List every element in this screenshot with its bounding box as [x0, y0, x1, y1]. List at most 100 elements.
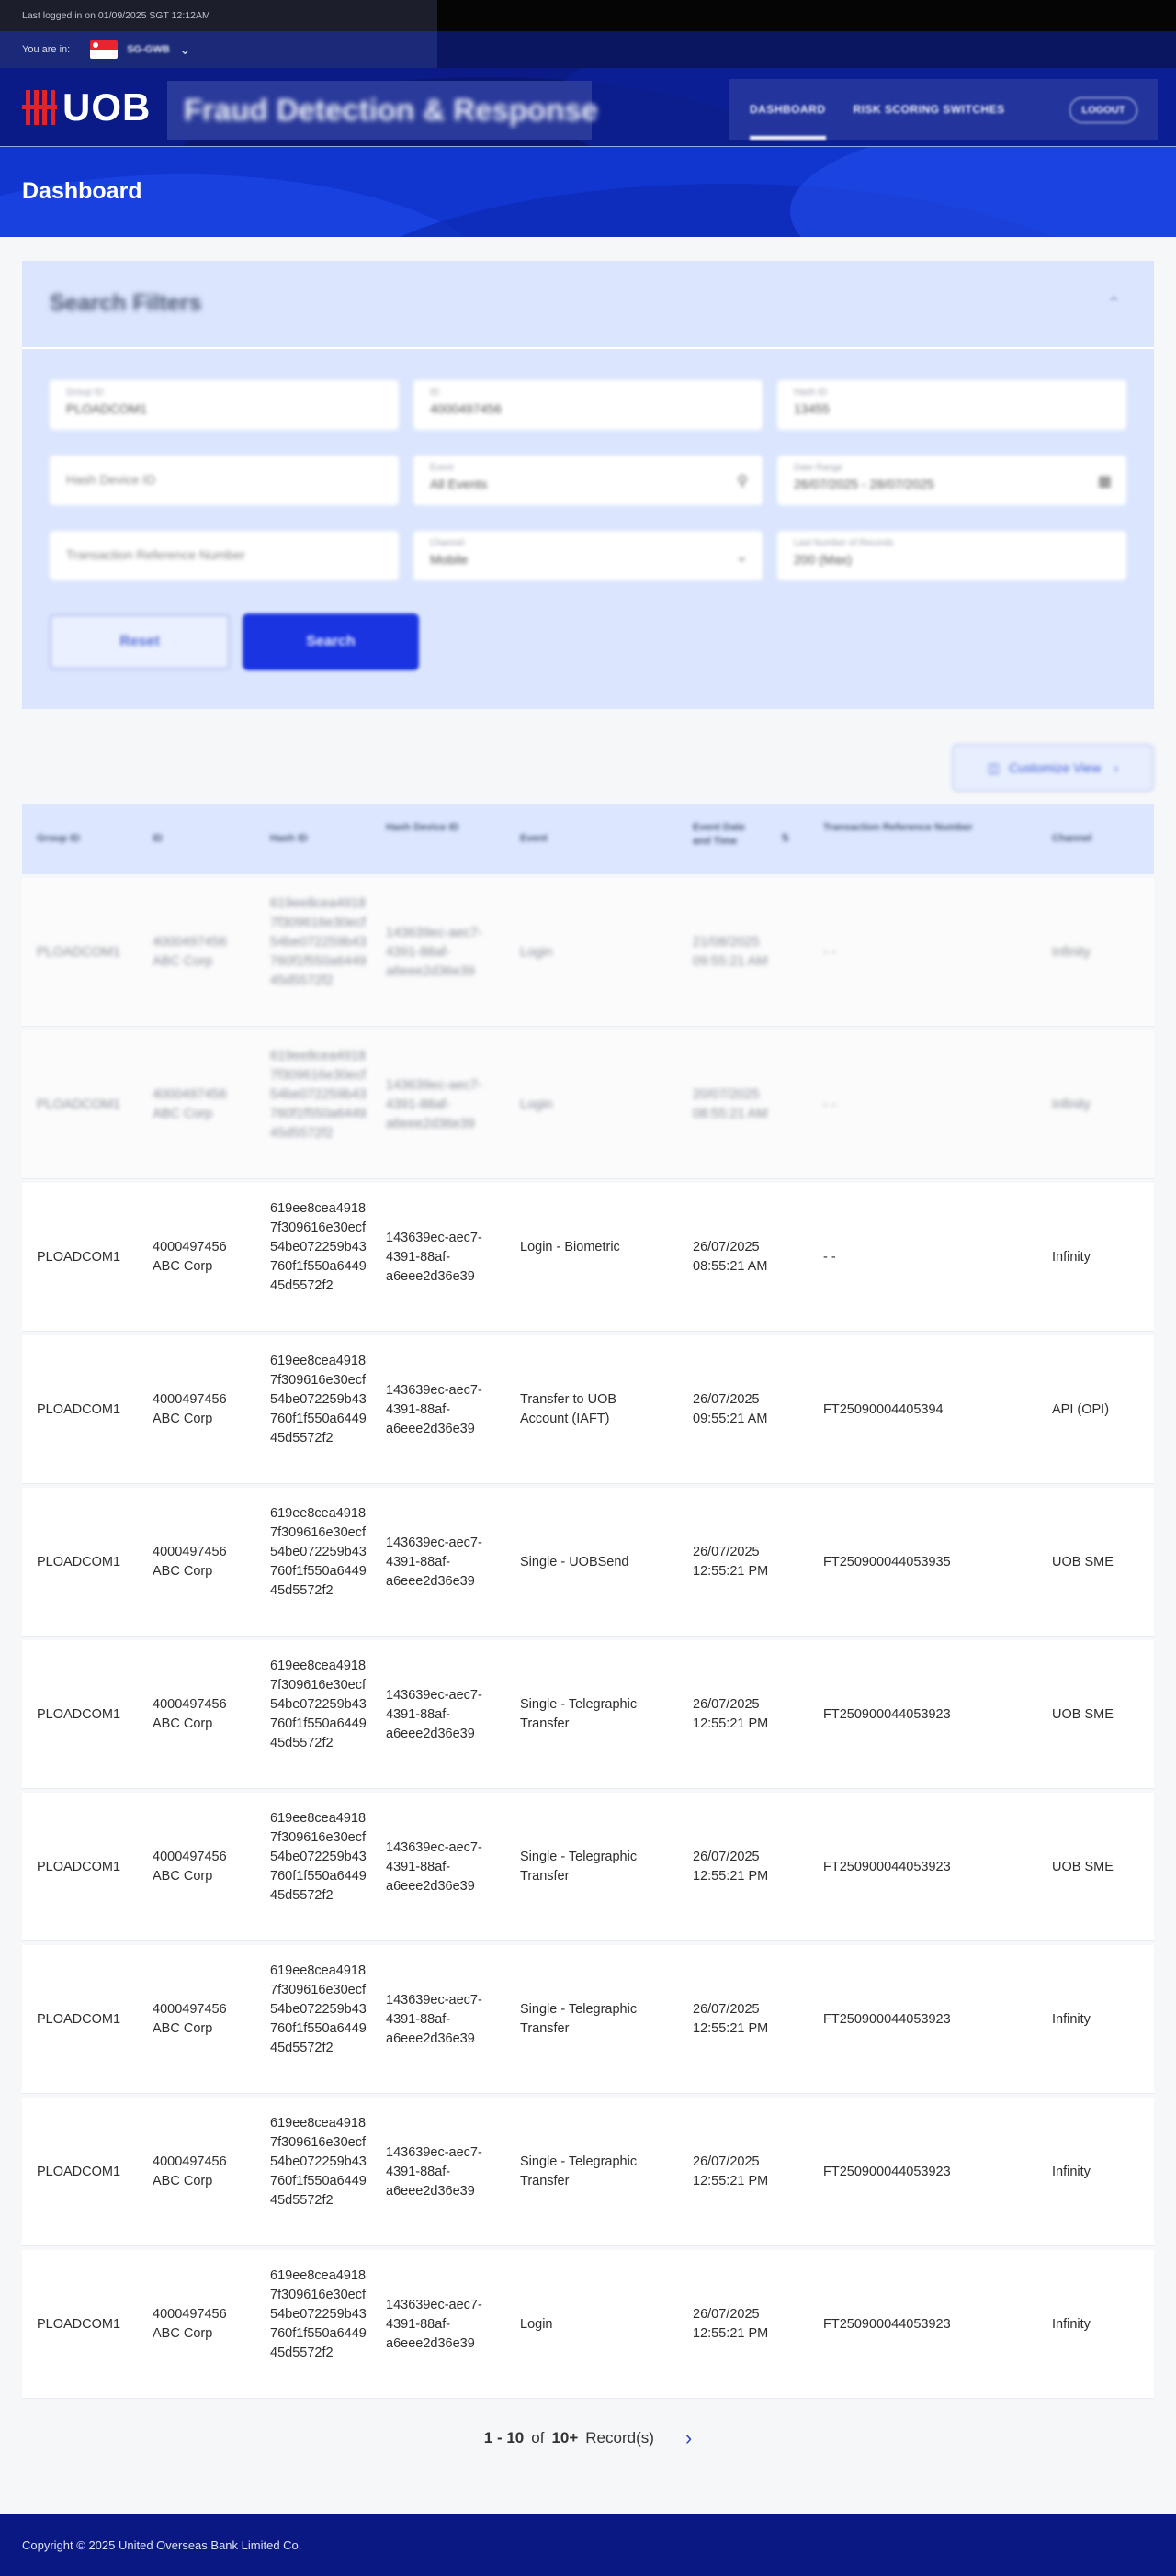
table-row[interactable]: PLOADCOM1 4000497456 ABC Corp 619ee8cea491…	[22, 1335, 1154, 1484]
cell-event: Transfer to UOB Account (IAFT)	[520, 1392, 617, 1426]
cell-hash-id: 619ee8cea49187f309616e30ecf54be072259b43…	[270, 2268, 367, 2360]
cell-hash-device-id: 143639ec-aec7-4391-88af-a6eee2d36e39	[386, 1840, 482, 1894]
th-group-id[interactable]: Group ID	[37, 832, 80, 846]
table-row[interactable]: PLOADCOM1 4000497456 ABC Corp 619ee8cea491…	[22, 878, 1154, 1027]
cell-id: 4000497456 ABC Corp	[153, 2154, 227, 2188]
table-row[interactable]: PLOADCOM1 4000497456 ABC Corp 619ee8cea491…	[22, 1488, 1154, 1637]
cell-hash-device-id: 143639ec-aec7-4391-88af-a6eee2d36e39	[386, 1688, 482, 1741]
logout-button[interactable]: LOGOUT	[1069, 97, 1137, 123]
cell-transaction-ref: FT25090004405394	[823, 1402, 944, 1417]
cell-channel: UOB SME	[1052, 1707, 1114, 1722]
reset-button[interactable]: Reset	[50, 614, 230, 669]
cell-group-id: PLOADCOM1	[37, 945, 121, 960]
event-field[interactable]: Event All Events ⚲	[413, 456, 763, 505]
cell-event: Single - Telegraphic Transfer	[520, 2154, 638, 2188]
pagination: 1 - 10 of 10+ Record(s) ›	[0, 2426, 1176, 2450]
id-field[interactable]: ID 4000497456	[413, 380, 763, 430]
app-header: UOB Fraud Detection & Response DASHBOARD…	[0, 68, 1176, 147]
table-row[interactable]: PLOADCOM1 4000497456 ABC Corp 619ee8cea491…	[22, 1793, 1154, 1941]
th-hash-device-id[interactable]: Hash Device ID	[386, 821, 459, 835]
hash-device-id-field[interactable]: Hash Device ID	[50, 456, 399, 505]
location-code: SG-GWB	[127, 44, 170, 55]
th-hash-id[interactable]: Hash ID	[270, 832, 308, 846]
cell-hash-id: 619ee8cea49187f309616e30ecf54be072259b43…	[270, 1963, 367, 2055]
cell-group-id: PLOADCOM1	[37, 1707, 121, 1722]
columns-icon: ◫	[987, 759, 1001, 775]
th-event-date[interactable]: Event Date and Time	[693, 821, 757, 849]
search-icon[interactable]: ⚲	[737, 472, 748, 490]
cell-id: 4000497456 ABC Corp	[153, 935, 227, 969]
cell-transaction-ref: FT250900044053935	[823, 1555, 951, 1569]
cell-event-date: 26/07/2025 12:55:21 PM	[693, 2307, 769, 2341]
cell-event: Single - Telegraphic Transfer	[520, 1850, 638, 1884]
brand-name: UOB	[62, 85, 152, 129]
cell-hash-device-id: 143639ec-aec7-4391-88af-a6eee2d36e39	[386, 2145, 482, 2199]
cell-id: 4000497456 ABC Corp	[153, 1697, 227, 1731]
calendar-icon[interactable]: ▦	[1098, 472, 1112, 490]
th-transaction-ref[interactable]: Transaction Reference Number	[823, 821, 998, 835]
cell-transaction-ref: FT250900044053923	[823, 2317, 951, 2332]
th-channel[interactable]: Channel	[1052, 832, 1091, 846]
cell-transaction-ref: - -	[823, 1097, 836, 1112]
uob-logo[interactable]: UOB	[22, 88, 151, 127]
cell-id: 4000497456 ABC Corp	[153, 1087, 227, 1121]
th-id[interactable]: ID	[153, 832, 163, 846]
cell-group-id: PLOADCOM1	[37, 2317, 121, 2332]
chevron-down-icon[interactable]: ⌄	[736, 547, 748, 566]
cell-hash-device-id: 143639ec-aec7-4391-88af-a6eee2d36e39	[386, 926, 482, 979]
last-login-bar: Last logged in on 01/09/2025 SGT 12:12AM	[0, 0, 1176, 31]
app-title: Fraud Detection & Response	[184, 93, 599, 127]
table-row[interactable]: PLOADCOM1 4000497456 ABC Corp 619ee8cea491…	[22, 1640, 1154, 1789]
search-filters-header[interactable]: Search Filters ⌃	[22, 261, 1154, 349]
cell-event-date: 26/07/2025 09:55:21 AM	[693, 1392, 768, 1426]
cell-hash-id: 619ee8cea49187f309616e30ecf54be072259b43…	[270, 896, 367, 988]
cell-event-date: 26/07/2025 12:55:21 PM	[693, 2154, 769, 2188]
cell-event-date: 26/07/2025 08:55:21 AM	[693, 1240, 768, 1274]
cell-channel: Infinity	[1052, 945, 1091, 960]
channel-select[interactable]: Channel Mobile ⌄	[413, 531, 763, 580]
uob-logo-icon	[22, 90, 57, 125]
date-range-field[interactable]: Date Range 26/07/2025 - 28/07/2025 ▦	[777, 456, 1126, 505]
table-row[interactable]: PLOADCOM1 4000497456 ABC Corp 619ee8cea491…	[22, 2250, 1154, 2399]
page-range: 1 - 10	[483, 2429, 525, 2447]
cell-hash-device-id: 143639ec-aec7-4391-88af-a6eee2d36e39	[386, 1993, 482, 2046]
cell-group-id: PLOADCOM1	[37, 1097, 121, 1112]
location-selector[interactable]: You are in: SG-GWB ⌄	[0, 31, 437, 68]
transaction-reference-field[interactable]: Transaction Reference Number	[50, 531, 399, 580]
search-filters-panel: Search Filters ⌃ Group ID PLOADCOM1 ID 400…	[22, 261, 1154, 709]
cell-event-date: 26/07/2025 12:55:21 PM	[693, 1545, 769, 1579]
nav-risk-scoring-switches[interactable]: RISK SCORING SWITCHES	[854, 81, 1005, 138]
cell-hash-id: 619ee8cea49187f309616e30ecf54be072259b43…	[270, 1354, 367, 1445]
hash-id-field[interactable]: Hash ID 13455	[777, 380, 1126, 430]
app-title-box: Fraud Detection & Response	[167, 81, 598, 140]
cell-event: Login	[520, 2317, 553, 2332]
cell-transaction-ref: FT250900044053923	[823, 1707, 951, 1722]
table-row[interactable]: PLOADCOM1 4000497456 ABC Corp 619ee8cea491…	[22, 1183, 1154, 1332]
cell-hash-id: 619ee8cea49187f309616e30ecf54be072259b43…	[270, 1506, 367, 1598]
cell-event: Single - Telegraphic Transfer	[520, 1697, 638, 1731]
cell-channel: Infinity	[1052, 2317, 1091, 2332]
customize-view-button[interactable]: ◫ Customize View ›	[952, 744, 1154, 792]
cell-event: Single - UOBSend	[520, 1555, 629, 1569]
page-suffix: Record(s)	[585, 2429, 654, 2447]
cell-group-id: PLOADCOM1	[37, 1555, 121, 1569]
nav-dashboard[interactable]: DASHBOARD	[750, 81, 826, 140]
search-button[interactable]: Search	[243, 613, 419, 670]
table-row[interactable]: PLOADCOM1 4000497456 ABC Corp 619ee8cea491…	[22, 2098, 1154, 2246]
main-nav: DASHBOARD RISK SCORING SWITCHES LOGOUT	[729, 79, 1158, 140]
page-of: of	[531, 2429, 545, 2447]
sort-icon[interactable]: ⇅	[781, 832, 789, 846]
chevron-down-icon[interactable]: ⌄	[179, 40, 191, 59]
group-id-field[interactable]: Group ID PLOADCOM1	[50, 380, 399, 430]
chevron-right-icon[interactable]: ›	[685, 2426, 692, 2450]
cell-hash-device-id: 143639ec-aec7-4391-88af-a6eee2d36e39	[386, 1078, 482, 1131]
cell-channel: Infinity	[1052, 2012, 1091, 2027]
footer: Copyright © 2025 United Overseas Bank Li…	[0, 2514, 1176, 2576]
chevron-up-icon[interactable]: ⌃	[1107, 294, 1121, 313]
singapore-flag-icon	[90, 40, 119, 59]
table-row[interactable]: PLOADCOM1 4000497456 ABC Corp 619ee8cea491…	[22, 1945, 1154, 2094]
th-event[interactable]: Event	[520, 832, 548, 846]
cell-group-id: PLOADCOM1	[37, 2165, 121, 2179]
table-row[interactable]: PLOADCOM1 4000497456 ABC Corp 619ee8cea491…	[22, 1030, 1154, 1179]
last-records-field[interactable]: Last Number of Records 200 (Max)	[777, 531, 1126, 580]
